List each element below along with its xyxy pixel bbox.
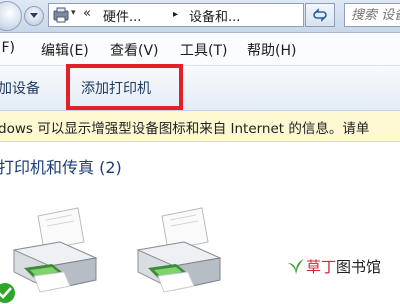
path-box[interactable]: ▾ « 硬件... ▸ 设备和... xyxy=(48,3,304,27)
refresh-icon xyxy=(313,8,327,22)
control-panel-icon xyxy=(53,7,69,27)
search-box[interactable] xyxy=(344,3,400,27)
menu-tools[interactable]: 工具(T) xyxy=(180,40,227,60)
menu-edit[interactable]: 编辑(E) xyxy=(41,40,89,60)
menu-file[interactable]: (F) xyxy=(0,40,15,56)
menu-help[interactable]: 帮助(H) xyxy=(247,40,296,60)
printer-device-2[interactable] xyxy=(124,206,224,304)
info-bar-text: dows 可以显示增强型设备图标和来自 Internet 的信息。请单 xyxy=(0,121,370,137)
section-title[interactable]: 打印机和传真 (2) xyxy=(0,154,122,178)
address-bar: ▾ « 硬件... ▸ 设备和... xyxy=(0,0,400,33)
watermark-suffix: 图书馆 xyxy=(336,258,382,276)
menu-view[interactable]: 查看(V) xyxy=(110,40,159,60)
breadcrumb-hardware[interactable]: 硬件... xyxy=(103,6,141,25)
refresh-button[interactable] xyxy=(305,3,335,27)
watermark-brand: 草丁 xyxy=(306,258,337,276)
command-bar: 加设备 添加打印机 xyxy=(0,66,400,111)
recent-pages-dropdown[interactable] xyxy=(24,6,44,26)
breadcrumb-devices[interactable]: 设备和... xyxy=(189,6,240,25)
printer-icon xyxy=(136,207,222,293)
forward-button[interactable] xyxy=(0,1,22,31)
grass-logo-icon xyxy=(288,258,304,275)
info-bar[interactable]: dows 可以显示增强型设备图标和来自 Internet 的信息。请单 xyxy=(0,111,400,142)
menu-bar: (F) 编辑(E) 查看(V) 工具(T) 帮助(H) xyxy=(0,33,400,66)
breadcrumb-separator-icon[interactable]: ▸ xyxy=(173,9,178,20)
default-printer-check-icon xyxy=(0,283,15,303)
path-dropdown-icon[interactable]: ▾ xyxy=(71,8,76,18)
add-device-button[interactable]: 加设备 xyxy=(0,78,40,98)
search-input[interactable] xyxy=(351,6,400,24)
add-printer-button[interactable]: 添加打印机 xyxy=(81,78,151,98)
watermark: 草丁 图书馆 xyxy=(286,256,381,277)
chevron-down-icon xyxy=(30,13,38,18)
path-prefix[interactable]: « xyxy=(83,6,91,21)
